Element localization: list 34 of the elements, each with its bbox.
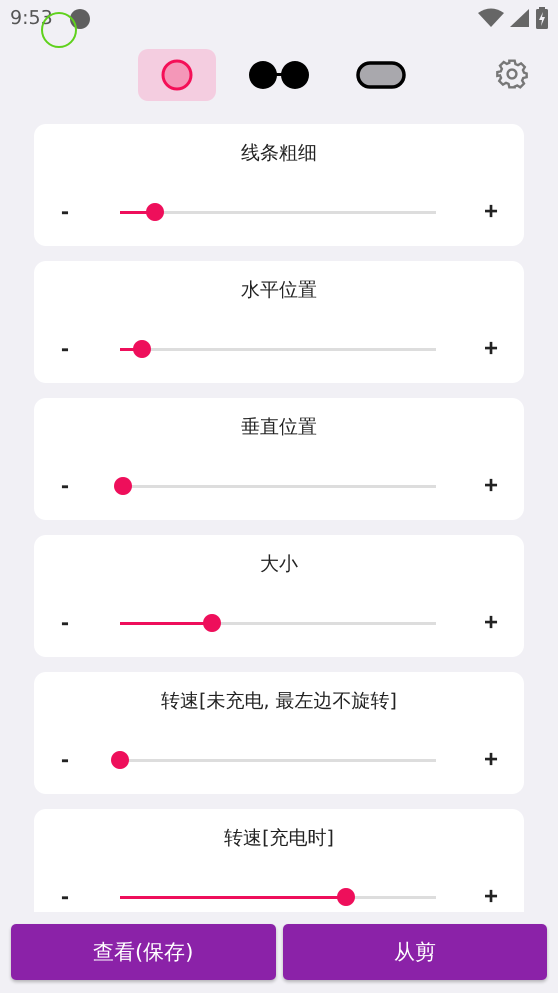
plus-button[interactable]: + [482,198,500,226]
wifi-icon [478,8,504,28]
ring-icon [161,59,193,91]
plus-button[interactable]: + [482,883,500,911]
setting-label: 线条粗细 [241,141,317,166]
plus-button[interactable]: + [482,609,500,637]
two-circles-icon [249,60,309,90]
minus-button[interactable]: - [56,883,74,911]
plus-button[interactable]: + [482,335,500,363]
action-button[interactable]: 查看(保存) [11,924,276,980]
setting-label: 水平位置 [241,278,317,303]
setting-label: 转速[未充电, 最左边不旋转] [161,689,397,714]
plus-button[interactable]: + [482,746,500,774]
minus-button[interactable]: - [56,198,74,226]
setting-label: 垂直位置 [241,415,317,440]
signal-icon [510,8,530,28]
slider-thumb[interactable] [202,614,221,632]
slider-thumb[interactable] [146,203,164,221]
battery-icon [536,7,548,29]
minus-button[interactable]: - [56,472,74,500]
minus-button[interactable]: - [56,746,74,774]
slider-thumb[interactable] [133,340,152,358]
setting-label: 大小 [260,552,298,577]
notification-dot-icon [69,8,91,30]
slider-thumb[interactable] [114,477,132,495]
setting-label: 转速[充电时] [224,826,334,851]
slider-thumb[interactable] [336,888,355,906]
action-button[interactable]: 从剪 [282,924,547,980]
plus-button[interactable]: + [482,472,500,500]
minus-button[interactable]: - [56,335,74,363]
slider-thumb[interactable] [111,751,129,769]
settings-icon[interactable] [496,58,528,90]
minus-button[interactable]: - [56,609,74,637]
pill-icon [356,61,406,89]
